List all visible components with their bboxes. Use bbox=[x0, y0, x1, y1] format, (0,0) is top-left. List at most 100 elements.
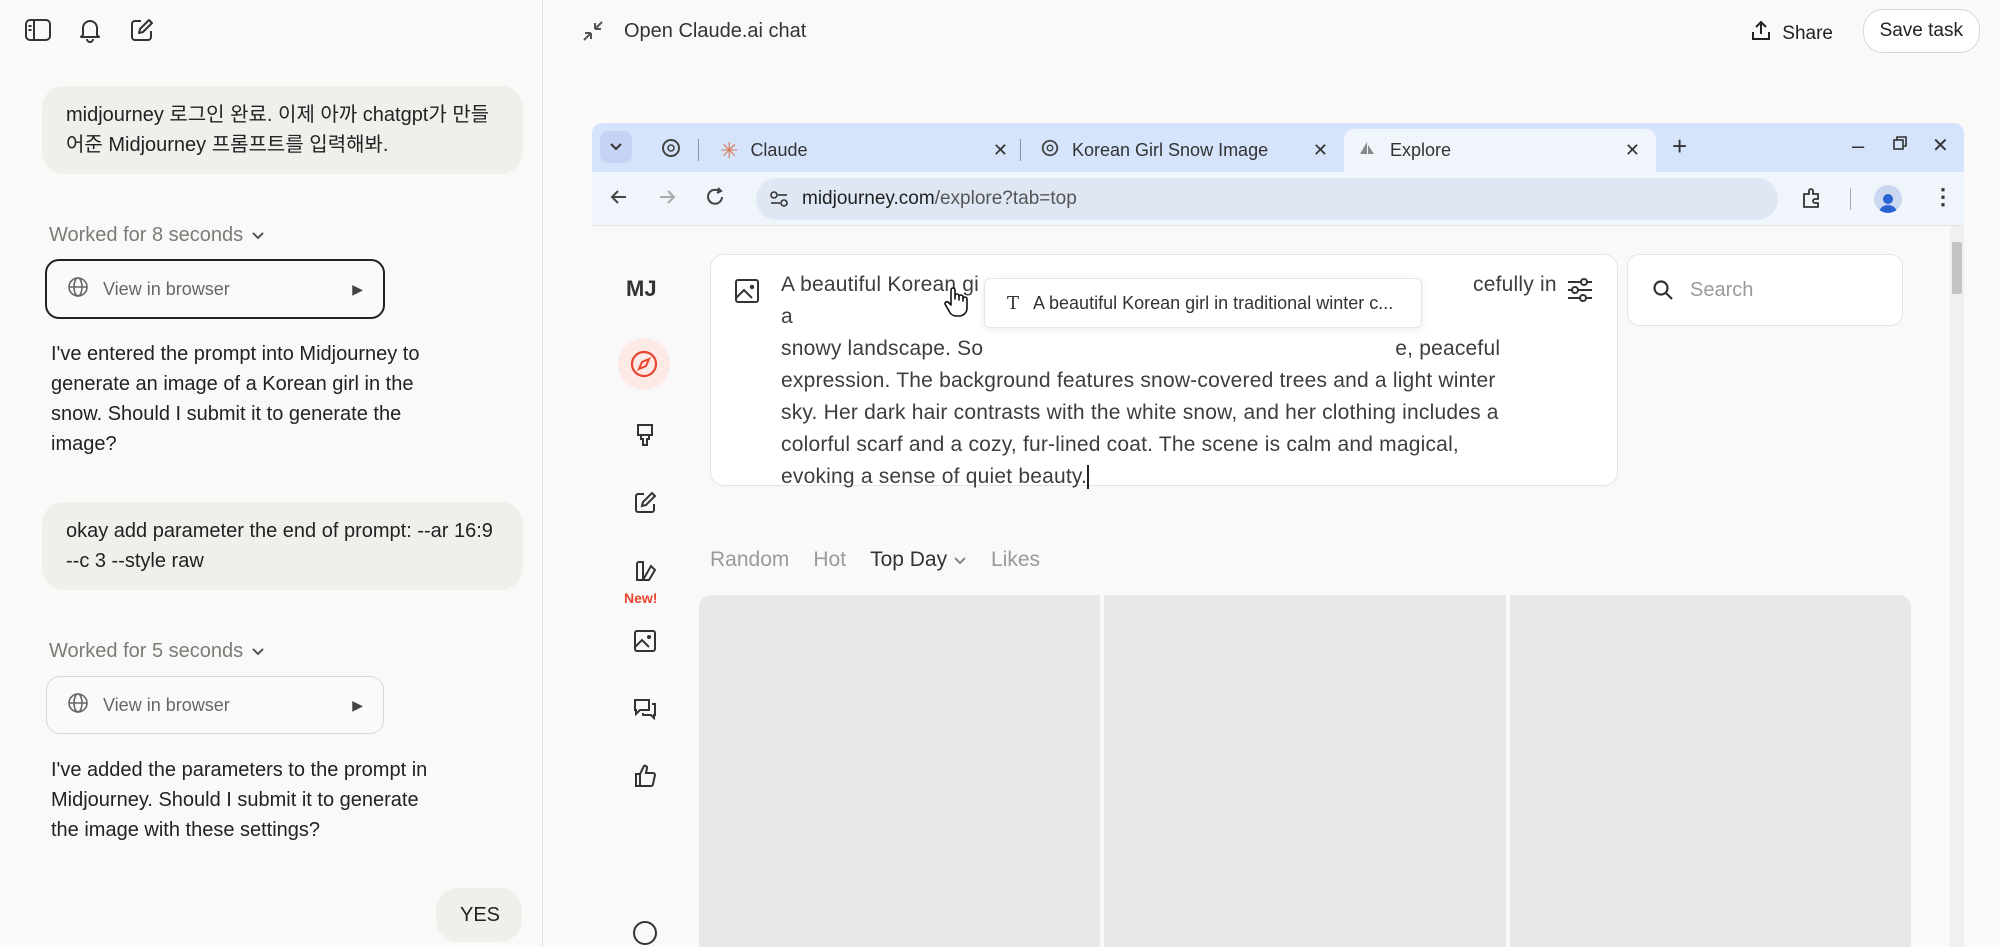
help-icon[interactable] bbox=[628, 916, 662, 947]
prompt-line6: evoking a sense of quiet beauty. bbox=[781, 465, 1088, 488]
sidebar-toggle-icon[interactable] bbox=[22, 14, 54, 46]
url-path: /explore?tab=top bbox=[934, 188, 1077, 209]
tab-search-button[interactable] bbox=[600, 131, 632, 163]
image-grid bbox=[699, 595, 1911, 947]
tab-explore[interactable]: Explore ✕ bbox=[1344, 129, 1656, 172]
filter-top-day[interactable]: Top Day bbox=[870, 548, 967, 572]
play-icon: ▶ bbox=[352, 696, 363, 713]
window-close-icon[interactable]: ✕ bbox=[1932, 133, 1949, 158]
brush-icon[interactable] bbox=[628, 418, 662, 452]
view-in-browser-button[interactable]: View in browser ▶ bbox=[46, 676, 384, 734]
play-icon: ▶ bbox=[352, 280, 363, 297]
tab-claude[interactable]: ✳ Claude ✕ bbox=[706, 129, 1024, 172]
text-cursor bbox=[1087, 465, 1090, 490]
globe-icon bbox=[67, 276, 89, 303]
more-menu-icon[interactable]: ⋮ bbox=[1932, 184, 1954, 210]
explore-filters: Random Hot Top Day Likes bbox=[710, 548, 1040, 572]
browser-window: ✳ Claude ✕ Korean Girl Snow Image ✕ Expl… bbox=[592, 123, 1964, 947]
openai-icon bbox=[1040, 138, 1060, 163]
share-label: Share bbox=[1782, 23, 1833, 44]
bell-icon[interactable] bbox=[74, 14, 106, 46]
panel-title[interactable]: Open Claude.ai chat bbox=[624, 20, 806, 43]
minimize-icon[interactable]: – bbox=[1852, 133, 1864, 159]
openai-icon[interactable] bbox=[660, 137, 682, 164]
worked-label: Worked for 5 seconds bbox=[49, 640, 244, 662]
explore-nav[interactable] bbox=[618, 338, 670, 390]
image-placeholder[interactable] bbox=[699, 595, 1101, 947]
tab-korean-girl-snow-image[interactable]: Korean Girl Snow Image ✕ bbox=[1026, 129, 1344, 172]
edit-icon[interactable] bbox=[628, 486, 662, 520]
prompt-line2-start: snowy landscape. So bbox=[781, 337, 984, 360]
new-badge: New! bbox=[624, 590, 658, 606]
search-placeholder: Search bbox=[1690, 278, 1754, 301]
chat-panel: midjourney 로그인 완료. 이제 아까 chatgpt가 만들어준 M… bbox=[0, 0, 543, 947]
close-icon[interactable]: ✕ bbox=[1313, 140, 1328, 161]
image-placeholder[interactable] bbox=[1509, 595, 1911, 947]
tab-separator bbox=[698, 139, 699, 161]
reload-icon[interactable] bbox=[704, 186, 726, 213]
compass-icon bbox=[630, 350, 658, 378]
assistant-message: I've entered the prompt into Midjourney … bbox=[51, 343, 420, 455]
hand-cursor-icon bbox=[942, 286, 970, 323]
prompt-line5: colorful scarf and a cozy, fur-lined coa… bbox=[781, 433, 1459, 456]
midjourney-icon bbox=[1358, 140, 1376, 161]
close-icon[interactable]: ✕ bbox=[993, 140, 1008, 161]
prompt-line4: sky. Her dark hair contrasts with the wh… bbox=[781, 401, 1499, 424]
tooltip-text: A beautiful Korean girl in traditional w… bbox=[1033, 292, 1394, 313]
prompt-tooltip: T A beautiful Korean girl in traditional… bbox=[984, 278, 1422, 328]
site-settings-icon[interactable] bbox=[768, 188, 790, 216]
chevron-down-icon bbox=[251, 224, 265, 247]
mj-sidebar: MJ New! bbox=[592, 226, 697, 947]
thumbs-up-icon[interactable] bbox=[628, 759, 662, 793]
forward-icon[interactable] bbox=[656, 186, 678, 213]
scrollbar-thumb[interactable] bbox=[1952, 242, 1962, 294]
worked-status[interactable]: Worked for 8 seconds bbox=[49, 224, 265, 247]
filter-hot[interactable]: Hot bbox=[813, 548, 846, 572]
back-icon[interactable] bbox=[608, 186, 630, 213]
filter-random[interactable]: Random bbox=[710, 548, 789, 572]
chevron-down-icon bbox=[610, 143, 622, 151]
tab-bar: ✳ Claude ✕ Korean Girl Snow Image ✕ Expl… bbox=[592, 123, 1964, 172]
close-icon[interactable]: ✕ bbox=[1625, 140, 1640, 161]
image-placeholder[interactable] bbox=[1104, 595, 1506, 947]
navigation-bar: midjourney.com/explore?tab=top ⋮ bbox=[592, 172, 1964, 226]
tab-label: Explore bbox=[1390, 140, 1452, 160]
tab-label: Korean Girl Snow Image bbox=[1072, 140, 1269, 160]
filter-likes[interactable]: Likes bbox=[991, 548, 1040, 572]
restore-icon[interactable] bbox=[1892, 135, 1908, 156]
profile-avatar[interactable] bbox=[1874, 185, 1902, 213]
chat-icon[interactable] bbox=[628, 692, 662, 726]
worked-label: Worked for 8 seconds bbox=[49, 224, 244, 246]
chat-toolbar bbox=[22, 14, 158, 46]
user-message: YES bbox=[436, 888, 522, 942]
search-input[interactable]: Search bbox=[1627, 254, 1903, 326]
new-chat-icon[interactable] bbox=[126, 14, 158, 46]
chevron-down-icon bbox=[954, 557, 966, 565]
extensions-icon[interactable] bbox=[1800, 186, 1824, 215]
image-upload-icon[interactable] bbox=[733, 277, 761, 310]
assistant-message: I've added the parameters to the prompt … bbox=[51, 759, 428, 841]
filter-top-day-label: Top Day bbox=[870, 548, 948, 571]
settings-sliders-icon[interactable] bbox=[1565, 275, 1595, 310]
user-message: midjourney 로그인 완료. 이제 아까 chatgpt가 만들어준 M… bbox=[42, 86, 523, 174]
view-in-browser-button[interactable]: View in browser ▶ bbox=[45, 259, 385, 319]
collapse-icon[interactable] bbox=[580, 18, 606, 49]
tab-label: Claude bbox=[750, 140, 808, 160]
page-scrollbar[interactable] bbox=[1950, 226, 1964, 947]
image-icon[interactable] bbox=[628, 624, 662, 658]
view-in-browser-label: View in browser bbox=[103, 694, 230, 715]
organize-icon[interactable] bbox=[628, 554, 662, 588]
url-input[interactable]: midjourney.com/explore?tab=top bbox=[756, 178, 1778, 220]
claude-icon: ✳ bbox=[720, 137, 739, 163]
globe-icon bbox=[67, 692, 89, 719]
prompt-line2-end: e, peaceful bbox=[1395, 337, 1501, 360]
share-button[interactable]: Share bbox=[1750, 20, 1833, 48]
worked-status[interactable]: Worked for 5 seconds bbox=[49, 640, 265, 663]
url-host: midjourney.com bbox=[802, 188, 935, 209]
toolbar-separator bbox=[1850, 188, 1851, 210]
save-task-button[interactable]: Save task bbox=[1862, 9, 1980, 53]
share-icon bbox=[1750, 20, 1772, 48]
midjourney-page: MJ New! A beautiful Korean gi cefully in… bbox=[592, 226, 1964, 947]
mj-logo[interactable]: MJ bbox=[626, 276, 657, 302]
new-tab-icon[interactable]: + bbox=[1672, 131, 1687, 162]
